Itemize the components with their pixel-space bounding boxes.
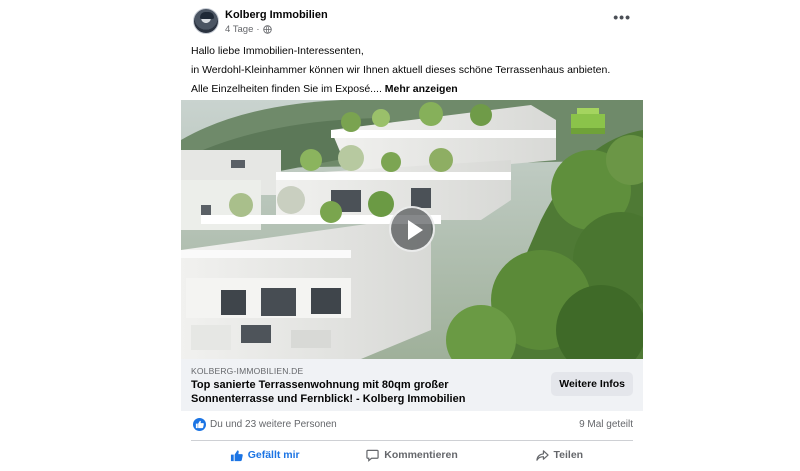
reactions-count[interactable]: Du und 23 weitere Personen — [210, 419, 337, 430]
post-stats: Du und 23 weitere Personen 9 Mal geteilt — [191, 416, 633, 434]
post-header: Kolberg Immobilien 4 Tage · ••• — [191, 6, 643, 38]
post-text-line: Alle Einzelheiten finden Sie im Exposé..… — [191, 80, 641, 99]
link-title[interactable]: Top sanierte Terrassenwohnung mit 80qm g… — [191, 378, 521, 406]
more-options-icon[interactable]: ••• — [613, 10, 631, 24]
post-text: Hallo liebe Immobilien-Interessenten, in… — [191, 42, 641, 99]
divider — [191, 440, 633, 441]
play-button-icon[interactable] — [389, 206, 435, 252]
see-more-link[interactable]: Mehr anzeigen — [385, 83, 458, 95]
share-button[interactable]: Teilen — [486, 443, 633, 467]
meta-separator: · — [256, 24, 260, 35]
link-domain: KOLBERG-IMMOBILIEN.DE — [191, 366, 304, 376]
post-text-line: in Werdohl-Kleinhammer können wir Ihnen … — [191, 64, 611, 76]
action-bar: Gefällt mir Kommentieren Teilen — [191, 443, 633, 467]
facebook-post: Kolberg Immobilien 4 Tage · ••• Hallo li… — [181, 0, 643, 471]
comment-button[interactable]: Kommentieren — [338, 443, 485, 467]
video-thumbnail[interactable] — [181, 100, 643, 359]
page-avatar[interactable] — [193, 8, 219, 34]
post-text-line: Hallo liebe Immobilien-Interessenten, — [191, 45, 364, 57]
like-label: Gefällt mir — [247, 449, 300, 461]
post-time[interactable]: 4 Tage — [225, 24, 253, 35]
share-label: Teilen — [553, 449, 584, 461]
shares-count[interactable]: 9 Mal geteilt — [579, 419, 633, 430]
like-reaction-icon — [193, 418, 206, 431]
page-name[interactable]: Kolberg Immobilien — [225, 9, 328, 21]
more-info-button[interactable]: Weitere Infos — [551, 372, 633, 396]
comment-icon — [366, 449, 379, 462]
post-text-line-part: Alle Einzelheiten finden Sie im Exposé..… — [191, 83, 382, 95]
share-icon — [535, 449, 549, 461]
globe-icon — [262, 25, 272, 34]
link-preview[interactable]: KOLBERG-IMMOBILIEN.DE Top sanierte Terra… — [181, 359, 643, 411]
comment-label: Kommentieren — [384, 449, 458, 461]
like-button[interactable]: Gefällt mir — [191, 443, 338, 467]
post-meta: 4 Tage · — [225, 24, 272, 35]
thumbs-up-icon — [230, 449, 243, 461]
